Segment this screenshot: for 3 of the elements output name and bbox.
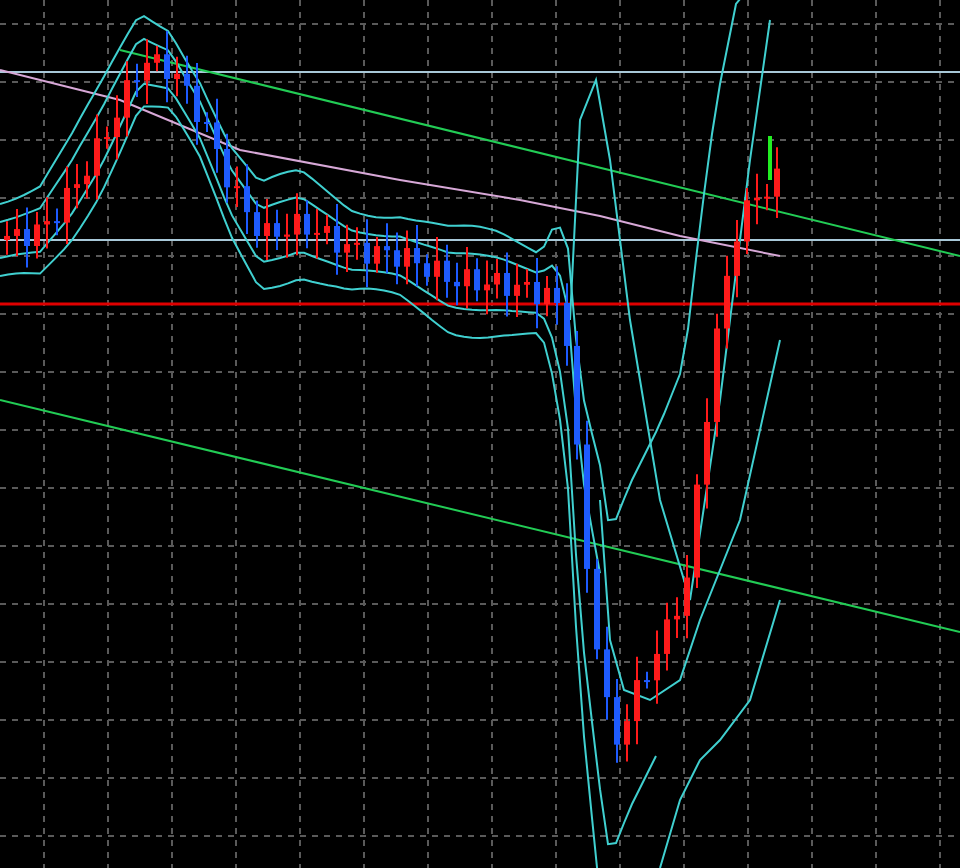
horizontal-level-line[interactable] [0,302,960,306]
trend-line[interactable] [119,49,960,257]
trend-line[interactable] [0,399,960,633]
